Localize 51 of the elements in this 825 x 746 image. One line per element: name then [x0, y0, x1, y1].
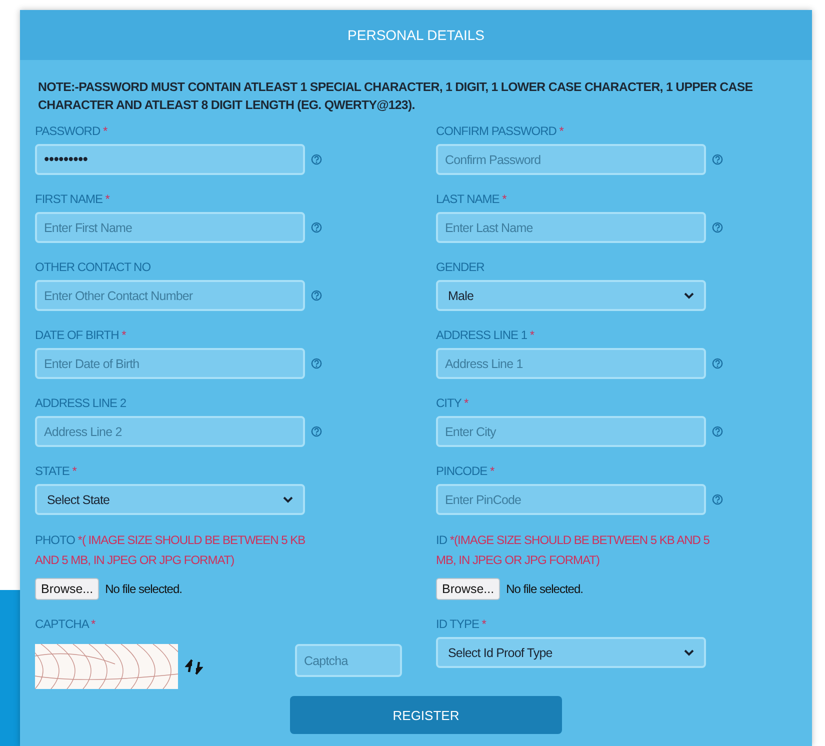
text-field[interactable]: Enter City — [436, 416, 706, 447]
dropdown[interactable]: Select State — [35, 484, 305, 515]
help-icon[interactable] — [311, 358, 322, 369]
field-label: ID *(IMAGE SIZE SHOULD BE BETWEEN 5 KB AND 5 MB, IN JPEG OR JPG FORMAT) — [436, 532, 710, 569]
text-field[interactable]: Enter First Name — [35, 212, 305, 243]
refresh-icon[interactable] — [185, 658, 203, 676]
field-label: CONFIRM PASSWORD * — [436, 123, 565, 140]
field-label: CITY * — [436, 395, 470, 412]
help-icon[interactable] — [311, 290, 322, 301]
field-label: PASSWORD * — [35, 123, 108, 140]
field-label: GENDER — [436, 259, 486, 276]
password-note: NOTE:-PASSWORD MUST CONTAIN ATLEAST 1 SPECIAL CHARACTER, 1 DIGIT, 1 LOWER CASE CHARACTER, 1 UPPER CASE CHARACTER AND ATLEAST 8 DIGIT LENGTH (EG. QWERTY@123). — [38, 79, 754, 114]
help-icon[interactable] — [712, 222, 723, 233]
field-label: STATE * — [35, 463, 78, 480]
help-icon[interactable] — [311, 222, 322, 233]
register-button[interactable]: REGISTER — [290, 696, 562, 734]
text-field[interactable]: ••••••••• — [35, 144, 305, 175]
field-label: PINCODE * — [436, 463, 496, 480]
browse-button[interactable]: Browse... — [436, 578, 500, 600]
caret-icon — [684, 649, 694, 656]
field-label: FIRST NAME * — [35, 191, 111, 208]
field-label: ADDRESS LINE 2 — [35, 395, 128, 412]
text-field[interactable]: Enter Other Contact Number — [35, 280, 305, 311]
field-label: OTHER CONTACT NO — [35, 259, 152, 276]
text-field[interactable]: Address Line 1 — [436, 348, 706, 379]
file-status: No file selected. — [105, 582, 182, 596]
text-field[interactable]: Address Line 2 — [35, 416, 305, 447]
help-icon[interactable] — [712, 426, 723, 437]
dropdown[interactable]: Male — [436, 280, 706, 311]
help-icon[interactable] — [311, 426, 322, 437]
captcha-field[interactable]: Captcha — [295, 644, 402, 677]
panel-title: PERSONAL DETAILS — [20, 10, 812, 60]
caret-icon — [684, 292, 694, 299]
text-field[interactable]: Confirm Password — [436, 144, 706, 175]
field-label: ADDRESS LINE 1 * — [436, 327, 536, 344]
field-label: ID TYPE * — [436, 616, 488, 633]
text-field[interactable]: Enter PinCode — [436, 484, 706, 515]
dropdown[interactable]: Select Id Proof Type — [436, 637, 706, 668]
help-icon[interactable] — [712, 494, 723, 505]
help-icon[interactable] — [712, 358, 723, 369]
browse-button[interactable]: Browse... — [35, 578, 100, 600]
field-label: CAPTCHA * — [35, 616, 96, 633]
field-label: PHOTO *( IMAGE SIZE SHOULD BE BETWEEN 5 KB AND 5 MB, IN JPEG OR JPG FORMAT) — [35, 532, 306, 569]
text-field[interactable]: Enter Date of Birth — [35, 348, 305, 379]
help-icon[interactable] — [311, 154, 322, 165]
file-status: No file selected. — [506, 582, 583, 596]
field-label: LAST NAME * — [436, 191, 508, 208]
help-icon[interactable] — [712, 154, 723, 165]
caret-icon — [283, 496, 293, 503]
text-field[interactable]: Enter Last Name — [436, 212, 706, 243]
field-label: DATE OF BIRTH * — [35, 327, 127, 344]
